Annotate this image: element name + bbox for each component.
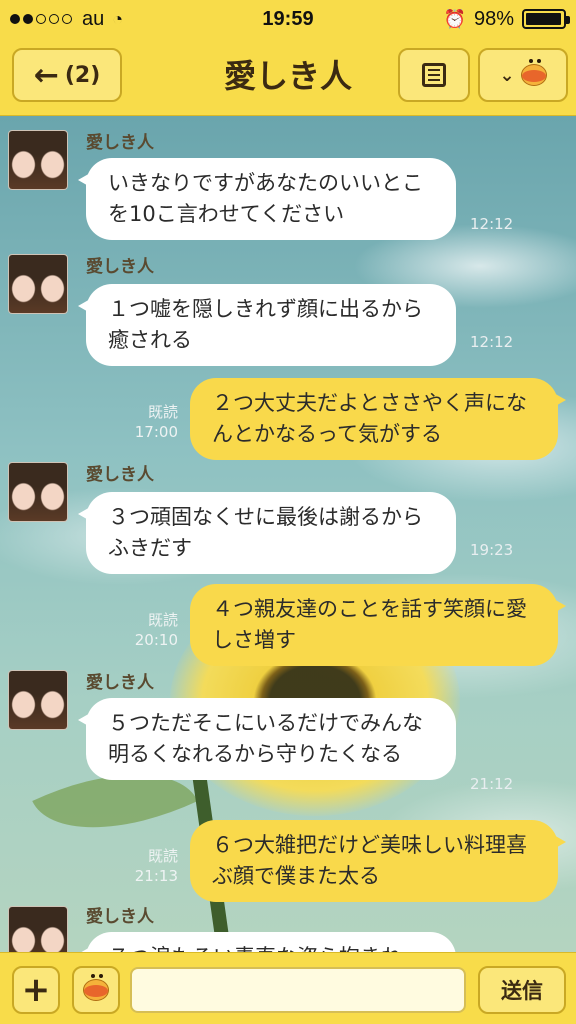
alarm-icon: ⏰ xyxy=(443,8,466,29)
menu-button[interactable] xyxy=(398,48,470,102)
carrier-label: au xyxy=(82,7,105,30)
plus-icon: + xyxy=(21,970,51,1010)
wifi-icon: ◔ xyxy=(112,8,124,29)
message-bubble-incoming[interactable]: いきなりですがあなたのいいとこを10こ言わせてください xyxy=(78,158,456,240)
read-receipt: 既読 17:00 xyxy=(135,402,178,442)
chat-area[interactable]: 愛しき人 いきなりですがあなたのいいとこを10こ言わせてください 12:12 愛… xyxy=(0,116,576,952)
message-bubble-outgoing[interactable]: ２つ大丈夫だよとささやく声になんとかなるって気がする xyxy=(190,378,566,460)
message-time: 12:12 xyxy=(470,333,514,351)
sender-name: 愛しき人 xyxy=(86,133,154,153)
message-bubble-outgoing[interactable]: ６つ大雑把だけど美味しい料理喜ぶ顔で僕また太る xyxy=(190,820,566,902)
read-receipt: 既読 20:10 xyxy=(135,610,178,650)
battery-percent: 98% xyxy=(473,7,514,30)
avatar[interactable] xyxy=(8,670,68,730)
read-label: 既読 xyxy=(147,611,178,629)
avatar[interactable] xyxy=(8,254,68,314)
arrow-left-icon: ← xyxy=(33,57,59,93)
sender-name: 愛しき人 xyxy=(86,907,154,927)
avatar[interactable] xyxy=(8,130,68,190)
add-attachment-button[interactable]: + xyxy=(12,966,60,1014)
message-bubble-outgoing[interactable]: ４つ親友達のことを話す笑顔に愛しさ増す xyxy=(190,584,566,666)
unread-count: (2) xyxy=(64,62,101,88)
signal-strength-icon xyxy=(10,14,72,24)
read-receipt: 既読 21:13 xyxy=(135,846,178,886)
message-input-bar: + 送信 xyxy=(0,952,576,1024)
message-time: 17:00 xyxy=(134,423,178,441)
duck-sticker-icon xyxy=(520,59,547,86)
avatar[interactable] xyxy=(8,906,68,952)
sender-name: 愛しき人 xyxy=(86,465,154,485)
battery-icon xyxy=(522,9,570,29)
read-label: 既読 xyxy=(147,847,178,865)
message-bubble-incoming[interactable]: ３つ頑固なくせに最後は謝るからふきだす xyxy=(78,492,456,574)
status-bar: au ◔ 19:59 ⏰ 98% xyxy=(0,0,576,38)
back-button[interactable]: ← (2) xyxy=(12,48,122,102)
avatar[interactable] xyxy=(8,462,68,522)
message-bubble-incoming[interactable]: ７つ涙もろい素直な姿ら抱きれ xyxy=(78,932,456,952)
message-input[interactable] xyxy=(130,967,466,1013)
duck-sticker-icon xyxy=(83,974,109,1001)
message-bubble-incoming[interactable]: １つ嘘を隠しきれず顔に出るから癒される xyxy=(78,284,456,366)
chat-header: 愛しき人 ← (2) ⌄ xyxy=(0,38,576,116)
message-time: 21:12 xyxy=(470,775,514,793)
status-time: 19:59 xyxy=(262,7,314,30)
message-time: 12:12 xyxy=(470,215,514,233)
read-label: 既読 xyxy=(147,403,178,421)
send-button[interactable]: 送信 xyxy=(478,966,566,1014)
message-bubble-incoming[interactable]: ５つただそこにいるだけでみんな明るくなれるから守りたくなる xyxy=(78,698,456,780)
list-icon xyxy=(422,63,446,87)
sender-name: 愛しき人 xyxy=(86,257,154,277)
sender-name: 愛しき人 xyxy=(86,673,154,693)
message-time: 20:10 xyxy=(134,631,178,649)
message-time: 19:23 xyxy=(470,541,514,559)
sticker-menu-button[interactable]: ⌄ xyxy=(478,48,568,102)
message-time: 21:13 xyxy=(134,867,178,885)
sticker-button[interactable] xyxy=(72,966,120,1014)
chevron-down-icon: ⌄ xyxy=(499,64,515,86)
